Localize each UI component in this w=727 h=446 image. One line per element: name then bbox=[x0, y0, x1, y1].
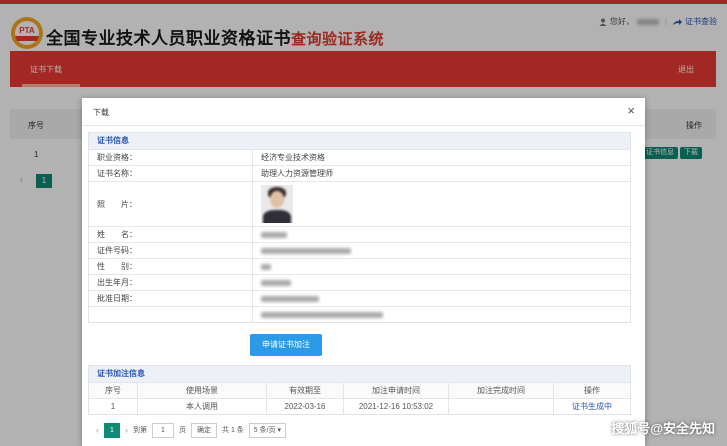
field-value: 助理人力资源管理师 bbox=[252, 165, 630, 182]
page-size-select[interactable]: 5 条/页 ▾ bbox=[248, 422, 287, 438]
col-done-time: 加注完成时间 bbox=[448, 382, 554, 399]
id-photo bbox=[261, 185, 293, 223]
cell-scene: 本人调用 bbox=[137, 398, 267, 414]
watermark: 搜狐号@安全先知 bbox=[611, 421, 715, 436]
field-label: 照 片： bbox=[89, 181, 253, 227]
next-page-icon[interactable]: › bbox=[125, 425, 128, 435]
field-label: 性 别： bbox=[89, 258, 253, 275]
field-value-redacted bbox=[252, 306, 630, 322]
field-label: 证书名称： bbox=[89, 165, 253, 182]
field-value-redacted bbox=[252, 258, 630, 275]
modal-divider bbox=[82, 125, 645, 126]
cell-action: 证书生成中 bbox=[553, 398, 630, 414]
photo-cell bbox=[252, 181, 630, 227]
cell-valid-until: 2022-03-16 bbox=[266, 398, 344, 414]
field-row: 职业资格： 经济专业技术资格 bbox=[89, 149, 630, 166]
prev-page-icon[interactable]: ‹ bbox=[96, 425, 99, 435]
field-row: 证书名称： 助理人力资源管理师 bbox=[89, 165, 630, 182]
col-action: 操作 bbox=[553, 382, 630, 399]
field-label: 证件号码： bbox=[89, 242, 253, 259]
field-label: 职业资格： bbox=[89, 149, 253, 166]
field-label bbox=[89, 306, 253, 322]
field-row: 批准日期： bbox=[89, 290, 630, 307]
field-value-redacted bbox=[252, 242, 630, 259]
page-size-value: 5 条/页 bbox=[253, 426, 276, 434]
modal-title: 下载 bbox=[93, 108, 109, 117]
goto-page-input[interactable]: 1 bbox=[152, 422, 174, 438]
field-label: 批准日期： bbox=[89, 290, 253, 307]
field-value-redacted bbox=[252, 226, 630, 243]
close-icon[interactable]: × bbox=[627, 103, 635, 118]
cell-index: 1 bbox=[89, 398, 138, 414]
goto-confirm-button[interactable]: 确定 bbox=[191, 422, 217, 438]
field-row: 姓 名： bbox=[89, 226, 630, 243]
field-row: 证件号码： bbox=[89, 242, 630, 259]
cert-info-heading: 证书信息 bbox=[89, 133, 630, 149]
col-apply-time: 加注申请时间 bbox=[343, 382, 449, 399]
pagination: ‹ 1 › 到第 1 页 确定 共 1 条 5 条/页 ▾ bbox=[96, 422, 287, 438]
annotation-heading: 证书加注信息 bbox=[89, 366, 630, 382]
col-valid-until: 有效期至 bbox=[266, 382, 344, 399]
field-value-redacted bbox=[252, 274, 630, 291]
table-row: 1 本人调用 2022-03-16 2021-12-16 10:53:02 证书… bbox=[89, 398, 630, 414]
field-label: 出生年月： bbox=[89, 274, 253, 291]
annotation-section: 证书加注信息 序号 使用场景 有效期至 加注申请时间 加注完成时间 操作 1 本… bbox=[88, 365, 631, 415]
annotation-table: 序号 使用场景 有效期至 加注申请时间 加注完成时间 操作 1 本人调用 202… bbox=[89, 382, 630, 414]
field-value: 经济专业技术资格 bbox=[252, 149, 630, 166]
field-row: 出生年月： bbox=[89, 274, 630, 291]
current-page[interactable]: 1 bbox=[104, 422, 120, 438]
page-unit-label: 页 bbox=[179, 427, 186, 434]
field-row bbox=[89, 306, 630, 322]
col-scene: 使用场景 bbox=[137, 382, 267, 399]
download-modal: 下载 × 证书信息 职业资格： 经济专业技术资格 证书名称： 助理人力资源管理师… bbox=[82, 98, 645, 446]
field-value-redacted bbox=[252, 290, 630, 307]
field-label: 姓 名： bbox=[89, 226, 253, 243]
cell-done-time bbox=[448, 398, 554, 414]
total-count: 共 1 条 bbox=[222, 427, 244, 434]
cert-generating-link[interactable]: 证书生成中 bbox=[572, 402, 612, 411]
apply-annotation-button[interactable]: 申请证书加注 bbox=[250, 334, 322, 356]
col-index: 序号 bbox=[89, 382, 138, 399]
annotation-header-row: 序号 使用场景 有效期至 加注申请时间 加注完成时间 操作 bbox=[89, 382, 630, 399]
cert-info-table: 职业资格： 经济专业技术资格 证书名称： 助理人力资源管理师 照 片： 姓 名：… bbox=[89, 149, 630, 322]
goto-label: 到第 bbox=[133, 427, 147, 434]
field-row: 照 片： bbox=[89, 181, 630, 227]
chevron-down-icon: ▾ bbox=[277, 426, 282, 434]
cell-apply-time: 2021-12-16 10:53:02 bbox=[343, 398, 449, 414]
cert-info-section: 证书信息 职业资格： 经济专业技术资格 证书名称： 助理人力资源管理师 照 片： bbox=[88, 132, 631, 323]
field-row: 性 别： bbox=[89, 258, 630, 275]
